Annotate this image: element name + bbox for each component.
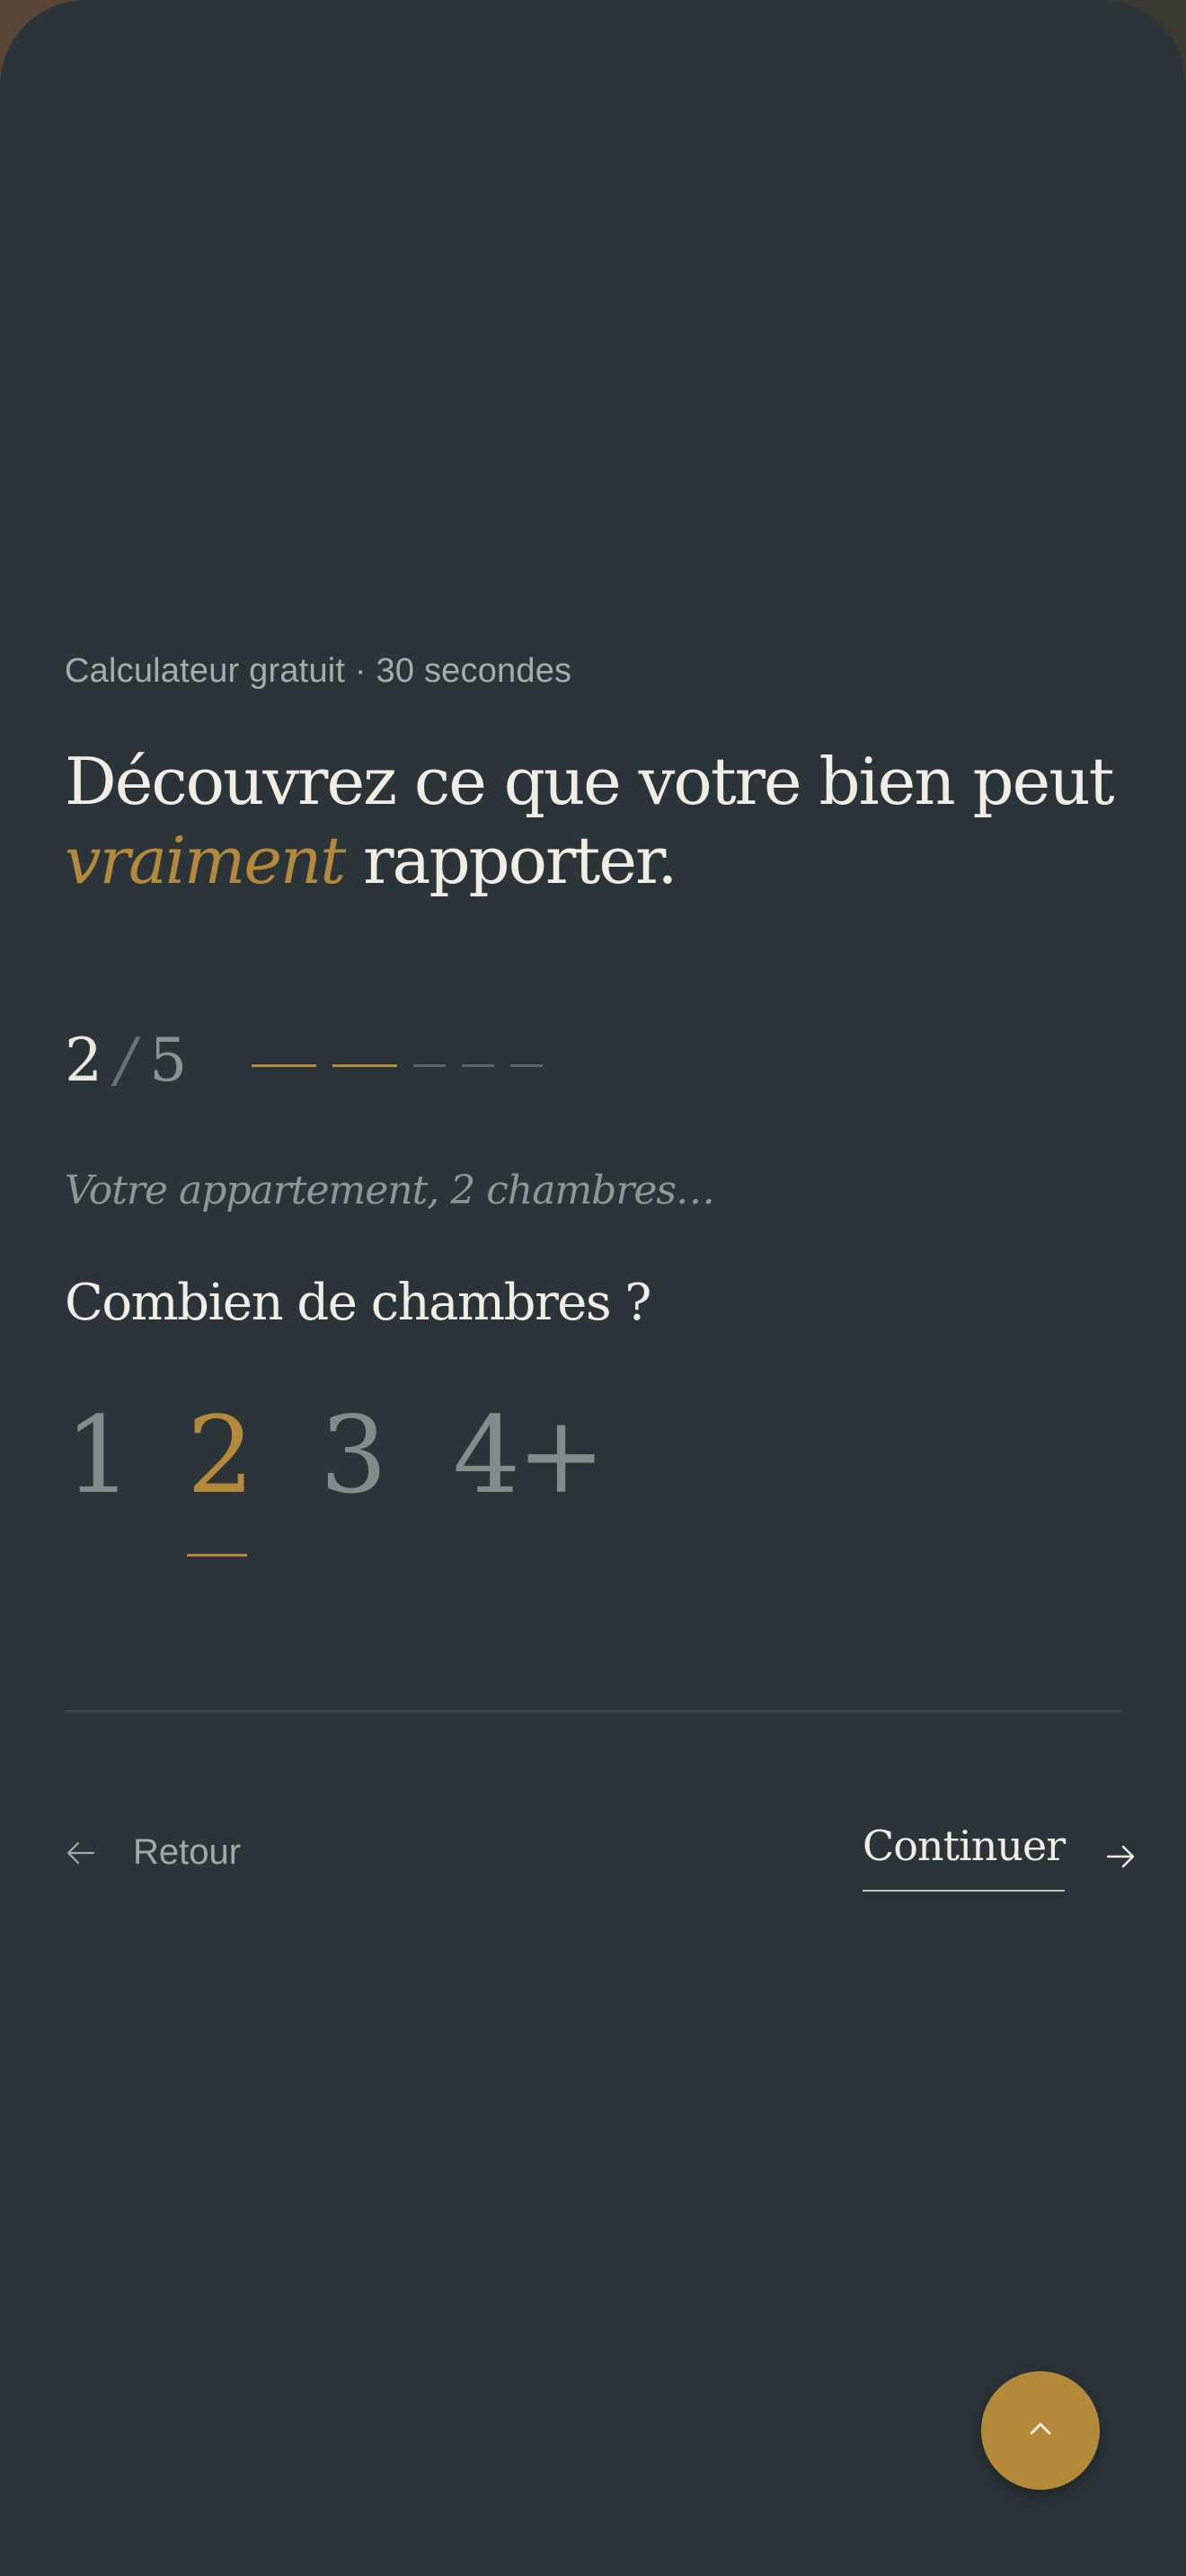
option-2-label: 2 [187,1393,254,1517]
progress-segment [332,1064,397,1067]
back-label: Retour [133,1832,242,1872]
option-2-button[interactable]: 2 [187,1392,254,1557]
step-current: 2 [65,1026,102,1095]
selected-underline [187,1554,248,1557]
continue-label: Continuer [863,1822,1066,1892]
answer-recap: Votre appartement, 2 chambres… [65,1168,715,1213]
progress-segment [462,1064,494,1067]
continue-button[interactable]: Continuer [863,1822,1137,1892]
option-1-button[interactable]: 1 [65,1392,132,1518]
headline-line1: Découvrez ce que votre bien peut [65,744,1115,819]
calculator-panel: Calculateur gratuit · 30 secondes Découv… [0,0,1186,2576]
option-4plus-button[interactable]: 4+ [453,1392,606,1518]
arrow-right-icon [1104,1840,1137,1873]
eyebrow-text: Calculateur gratuit · 30 secondes [65,652,572,690]
progress-segment [510,1064,543,1067]
chevron-up-icon [1022,2411,1058,2451]
step-counter: 2/5 [65,1026,187,1095]
step-total: 5 [149,1026,187,1095]
back-button[interactable]: Retour [65,1832,241,1873]
arrow-left-icon [65,1837,97,1869]
progress-segment [413,1064,446,1067]
progress-indicator [252,1064,543,1067]
progress-segment [252,1064,316,1067]
headline-accent: vraiment [65,823,346,898]
step-separator: / [116,1026,136,1095]
divider [65,1710,1121,1712]
question-title: Combien de chambres ? [65,1274,651,1332]
headline-rest: rapporter. [344,823,677,898]
page-title: Découvrez ce que votre bien peut vraimen… [65,742,1125,900]
scroll-top-button[interactable] [981,2371,1100,2490]
option-3-button[interactable]: 3 [320,1392,387,1518]
